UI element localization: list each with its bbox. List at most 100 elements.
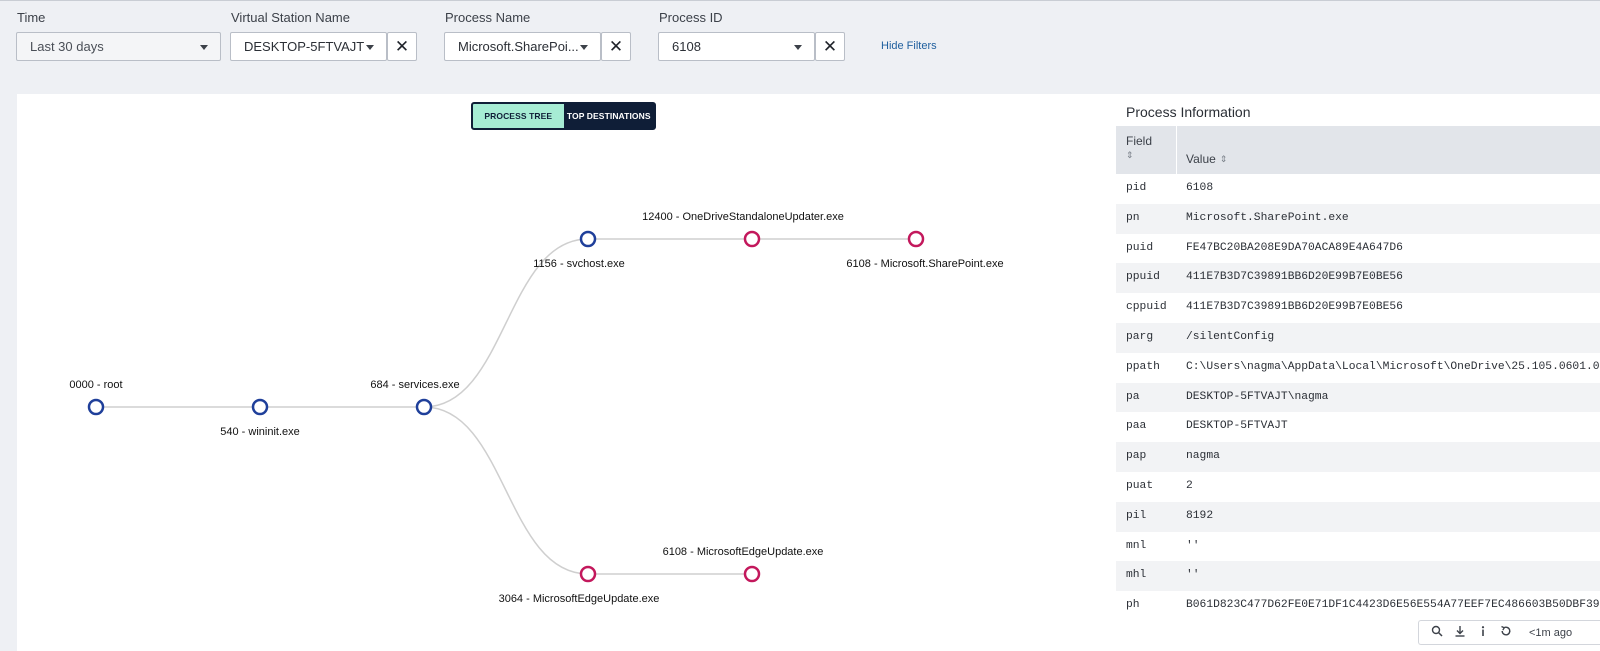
- value-cell: 6108: [1186, 182, 1214, 194]
- column-header-value[interactable]: Value ⇕: [1186, 152, 1227, 166]
- value-cell: B061D823C477D62FE0E71DF1C4423D6E56E554A7…: [1186, 599, 1600, 612]
- table-row: mhl '': [1116, 561, 1600, 592]
- field-cell: mhl: [1126, 569, 1147, 582]
- field-cell: puat: [1126, 479, 1154, 492]
- field-cell: ppath: [1126, 360, 1160, 373]
- table-row: cppuid 411E7B3D7C39891BB6D20E99B7E0BE56: [1116, 293, 1600, 323]
- field-cell: paa: [1126, 420, 1147, 433]
- process-node-label: 540 - wininit.exe: [220, 426, 300, 438]
- field-cell: parg: [1126, 330, 1154, 343]
- process-id-dropdown-value: 6108: [672, 39, 701, 54]
- process-info-panel: Process Information Field ⇕ Value ⇕ pid 61…: [1112, 94, 1600, 651]
- sort-icon: ⇕: [1126, 150, 1134, 160]
- chevron-down-icon: [200, 45, 208, 50]
- table-row: pa DESKTOP-5FTVAJT\nagma: [1116, 382, 1600, 413]
- field-cell: puid: [1126, 241, 1154, 254]
- value-cell: /silentConfig: [1186, 330, 1275, 343]
- value-cell: Microsoft.SharePoint.exe: [1186, 211, 1349, 224]
- chevron-down-icon: [580, 45, 588, 50]
- station-filter-label: Virtual Station Name: [231, 10, 350, 25]
- refresh-icon[interactable]: [1498, 625, 1514, 640]
- process-node-label: 12400 - OneDriveStandaloneUpdater.exe: [642, 211, 844, 223]
- table-row: puid FE47BC20BA208E9DA70ACA89E4A647D6: [1116, 234, 1600, 264]
- process-node-root[interactable]: [87, 398, 105, 416]
- panel-title: Process Information: [1126, 104, 1251, 120]
- value-cell: 411E7B3D7C39891BB6D20E99B7E0BE56: [1186, 301, 1403, 314]
- process-name-filter-label: Process Name: [445, 10, 531, 25]
- field-cell: cppuid: [1126, 301, 1167, 314]
- clear-station-button[interactable]: ✕: [387, 32, 417, 61]
- process-node-label: 6108 - Microsoft.SharePoint.exe: [846, 258, 1003, 270]
- station-dropdown-value: DESKTOP-5FTVAJT: [244, 39, 365, 54]
- process-node-label: 0000 - root: [69, 379, 122, 391]
- process-node-label: 3064 - MicrosoftEdgeUpdate.exe: [499, 593, 660, 605]
- value-cell: FE47BC20BA208E9DA70ACA89E4A647D6: [1186, 241, 1403, 254]
- time-dropdown-value: Last 30 days: [30, 39, 104, 54]
- process-node-label: 684 - services.exe: [370, 379, 459, 391]
- station-dropdown[interactable]: DESKTOP-5FTVAJT: [230, 32, 387, 61]
- top-border: [0, 0, 1600, 1]
- column-header-field-label: Field: [1126, 134, 1153, 148]
- process-id-dropdown[interactable]: 6108: [658, 32, 815, 61]
- process-name-dropdown[interactable]: Microsoft.SharePoi...: [444, 32, 601, 61]
- value-cell: 411E7B3D7C39891BB6D20E99B7E0BE56: [1186, 271, 1403, 284]
- process-node-services[interactable]: [415, 398, 433, 416]
- search-icon[interactable]: [1429, 625, 1445, 640]
- process-node-edge3064[interactable]: [579, 565, 597, 583]
- time-dropdown[interactable]: Last 30 days: [16, 32, 221, 61]
- value-cell: 8192: [1186, 509, 1214, 522]
- process-node-svchost[interactable]: [579, 230, 597, 248]
- table-header: Field ⇕ Value ⇕: [1116, 126, 1600, 174]
- value-cell: 2: [1186, 479, 1193, 492]
- info-icon[interactable]: [1475, 625, 1491, 640]
- value-cell: C:\Users\nagma\AppData\Local\Microsoft\O…: [1186, 360, 1600, 373]
- process-node-label: 1156 - svchost.exe: [533, 258, 625, 270]
- table-row: pap nagma: [1116, 442, 1600, 472]
- process-tree-graph: 0000 - root 540 - wininit.exe 684 - servic…: [69, 211, 1003, 605]
- process-node-sharepoint[interactable]: [907, 230, 925, 248]
- table-row: mnl '': [1116, 532, 1600, 562]
- table-row: ph B061D823C477D62FE0E71DF1C4423D6E56E554…: [1116, 591, 1600, 621]
- table-row: pil 8192: [1116, 501, 1600, 532]
- process-node-onedrive[interactable]: [743, 230, 761, 248]
- table-row: puat 2: [1116, 472, 1600, 502]
- field-cell: pid: [1126, 182, 1147, 194]
- close-icon: ✕: [822, 37, 838, 56]
- value-cell: '': [1186, 539, 1200, 552]
- field-cell: ph: [1126, 599, 1140, 612]
- process-node-wininit[interactable]: [251, 398, 269, 416]
- column-header-field[interactable]: Field ⇕: [1126, 134, 1153, 160]
- panel-toolbar: <1m ago: [1418, 620, 1600, 645]
- field-cell: pa: [1126, 390, 1140, 403]
- close-icon: ✕: [394, 37, 410, 56]
- process-node-label: 6108 - MicrosoftEdgeUpdate.exe: [663, 546, 824, 558]
- value-cell: '': [1186, 569, 1200, 582]
- table-row: parg/silentConfig: [1116, 322, 1600, 353]
- field-cell: ppuid: [1126, 271, 1160, 284]
- column-header-value-label: Value: [1186, 152, 1216, 166]
- time-filter-label: Time: [17, 10, 46, 25]
- clear-process-name-button[interactable]: ✕: [601, 32, 631, 61]
- table-row: ppath C:\Users\nagma\AppData\Local\Micros…: [1116, 353, 1600, 383]
- value-cell: DESKTOP-5FTVAJT: [1186, 420, 1288, 433]
- table-row: ppuid 411E7B3D7C39891BB6D20E99B7E0BE56: [1116, 263, 1600, 294]
- table-row: pn Microsoft.SharePoint.exe: [1116, 203, 1600, 234]
- field-cell: mnl: [1126, 539, 1147, 552]
- field-cell: pn: [1126, 211, 1140, 224]
- chevron-down-icon: [366, 45, 374, 50]
- clear-process-id-button[interactable]: ✕: [815, 32, 845, 61]
- field-cell: pap: [1126, 450, 1147, 463]
- hide-filters-link[interactable]: Hide Filters: [881, 40, 937, 52]
- table-row: pid 6108: [1116, 174, 1600, 204]
- close-icon: ✕: [608, 37, 624, 56]
- info-table-body: pid 6108 pn Microsoft.SharePoint.exe puid FE4…: [1116, 174, 1600, 621]
- value-cell: DESKTOP-5FTVAJT\nagma: [1186, 390, 1329, 403]
- download-icon[interactable]: [1452, 625, 1468, 640]
- sort-icon: ⇕: [1219, 154, 1228, 165]
- process-node-edge6108[interactable]: [743, 565, 761, 583]
- process-id-filter-label: Process ID: [659, 10, 723, 25]
- tree-edge: [423, 406, 589, 575]
- process-tree-panel: PROCESS TREE TOP DESTINATIONS 0000 - roo…: [17, 94, 1112, 651]
- column-divider: [1176, 126, 1177, 174]
- table-row: paa DESKTOP-5FTVAJT: [1116, 412, 1600, 442]
